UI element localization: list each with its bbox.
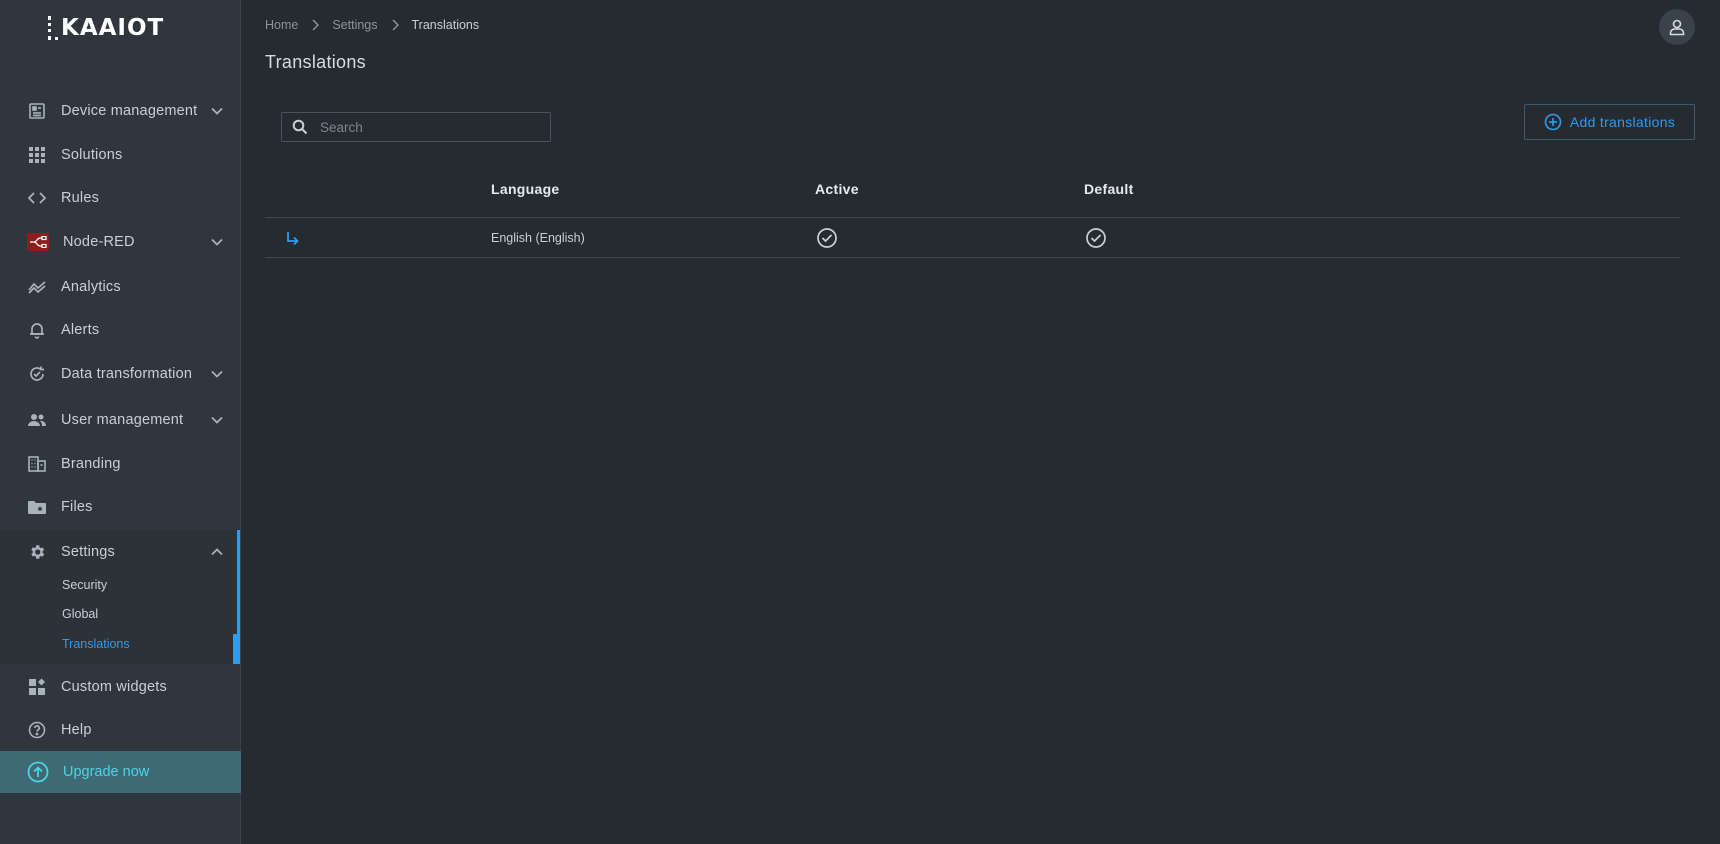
table-row[interactable]: English (English) bbox=[265, 218, 1680, 258]
sidebar: KAAIOT Device management Solutions Rules… bbox=[0, 0, 241, 844]
gear-icon bbox=[27, 542, 47, 562]
sidebar-item-label: Alerts bbox=[61, 322, 100, 338]
bell-icon bbox=[27, 320, 47, 340]
search-input[interactable] bbox=[320, 119, 540, 135]
active-cell bbox=[816, 218, 838, 258]
check-circle-icon bbox=[816, 227, 838, 249]
column-header-default[interactable]: Default bbox=[1084, 181, 1134, 197]
sidebar-item-help[interactable]: Help bbox=[0, 710, 241, 750]
sidebar-item-label: Files bbox=[61, 499, 93, 515]
column-header-language[interactable]: Language bbox=[491, 181, 560, 197]
default-cell bbox=[1085, 218, 1107, 258]
breadcrumb: Home Settings Translations bbox=[265, 18, 479, 32]
data-transformation-icon bbox=[27, 364, 47, 384]
grid-icon bbox=[27, 145, 47, 165]
analytics-icon bbox=[27, 277, 47, 297]
sidebar-item-label: Node-RED bbox=[63, 234, 135, 250]
sidebar-item-node-red[interactable]: Node-RED bbox=[0, 222, 241, 262]
chevron-right-icon bbox=[311, 19, 320, 31]
node-red-icon bbox=[27, 233, 49, 251]
user-icon bbox=[1669, 19, 1685, 36]
check-circle-icon bbox=[1085, 227, 1107, 249]
sidebar-item-user-management[interactable]: User management bbox=[0, 400, 241, 440]
kaaiot-logo[interactable]: KAAIOT bbox=[48, 14, 164, 42]
subdirectory-arrow-icon[interactable] bbox=[285, 230, 301, 246]
sidebar-item-settings[interactable]: Settings bbox=[0, 532, 241, 572]
translations-table: Language Active Default English (English… bbox=[265, 168, 1680, 258]
device-management-icon bbox=[27, 101, 47, 121]
code-icon bbox=[27, 188, 47, 208]
column-header-active[interactable]: Active bbox=[815, 181, 859, 197]
sidebar-item-branding[interactable]: Branding bbox=[0, 444, 241, 484]
chevron-up-icon[interactable] bbox=[210, 545, 224, 559]
chevron-down-icon[interactable] bbox=[210, 235, 224, 249]
sidebar-subitem-translations[interactable]: Translations bbox=[62, 632, 232, 656]
language-cell: English (English) bbox=[491, 231, 585, 245]
breadcrumb-translations: Translations bbox=[411, 18, 480, 32]
search-icon bbox=[292, 119, 308, 135]
arrow-up-circle-icon bbox=[27, 761, 49, 783]
breadcrumb-settings[interactable]: Settings bbox=[332, 18, 377, 32]
sidebar-item-rules[interactable]: Rules bbox=[0, 178, 241, 218]
sidebar-item-label: Analytics bbox=[61, 279, 121, 295]
chevron-down-icon[interactable] bbox=[210, 413, 224, 427]
logo-mark-icon bbox=[48, 16, 58, 40]
expand-cell bbox=[285, 218, 301, 258]
sidebar-item-label: Data transformation bbox=[61, 366, 193, 382]
building-icon bbox=[27, 454, 47, 474]
upgrade-now-button[interactable]: Upgrade now bbox=[0, 751, 241, 793]
sidebar-item-label: Help bbox=[61, 722, 92, 738]
add-translations-button[interactable]: Add translations bbox=[1524, 104, 1695, 140]
chevron-right-icon bbox=[391, 19, 399, 31]
sidebar-item-label: Device management bbox=[61, 103, 198, 119]
sidebar-item-device-management[interactable]: Device management bbox=[0, 91, 241, 131]
logo-text: KAAIOT bbox=[61, 15, 165, 41]
sidebar-item-label: Branding bbox=[61, 456, 121, 472]
sidebar-item-solutions[interactable]: Solutions bbox=[0, 135, 241, 175]
sidebar-item-label: Solutions bbox=[61, 147, 123, 163]
plus-circle-icon bbox=[1544, 113, 1562, 131]
add-translations-label: Add translations bbox=[1569, 114, 1676, 130]
sidebar-item-custom-widgets[interactable]: Custom widgets bbox=[0, 667, 241, 707]
sidebar-item-label: Rules bbox=[61, 190, 100, 206]
folder-icon bbox=[27, 497, 47, 517]
table-header: Language Active Default bbox=[265, 168, 1680, 218]
user-avatar-button[interactable] bbox=[1659, 9, 1695, 45]
translations-active-indicator bbox=[233, 634, 240, 664]
sidebar-item-analytics[interactable]: Analytics bbox=[0, 267, 241, 307]
upgrade-label: Upgrade now bbox=[63, 764, 150, 780]
sidebar-item-label: User management bbox=[61, 412, 184, 428]
page-title: Translations bbox=[265, 52, 366, 72]
sidebar-subitem-global[interactable]: Global bbox=[62, 602, 232, 626]
chevron-down-icon[interactable] bbox=[210, 367, 224, 381]
sidebar-subitem-security[interactable]: Security bbox=[62, 573, 232, 597]
sidebar-item-alerts[interactable]: Alerts bbox=[0, 310, 241, 350]
sidebar-item-label: Custom widgets bbox=[61, 679, 167, 695]
chevron-down-icon[interactable] bbox=[210, 104, 224, 118]
widgets-icon bbox=[27, 677, 47, 697]
sidebar-item-files[interactable]: Files bbox=[0, 487, 241, 527]
breadcrumb-home[interactable]: Home bbox=[265, 18, 298, 32]
search-box bbox=[281, 112, 551, 142]
sidebar-item-data-transformation[interactable]: Data transformation bbox=[0, 354, 241, 394]
help-icon bbox=[27, 720, 47, 740]
users-icon bbox=[27, 410, 47, 430]
sidebar-item-label: Settings bbox=[61, 544, 115, 560]
